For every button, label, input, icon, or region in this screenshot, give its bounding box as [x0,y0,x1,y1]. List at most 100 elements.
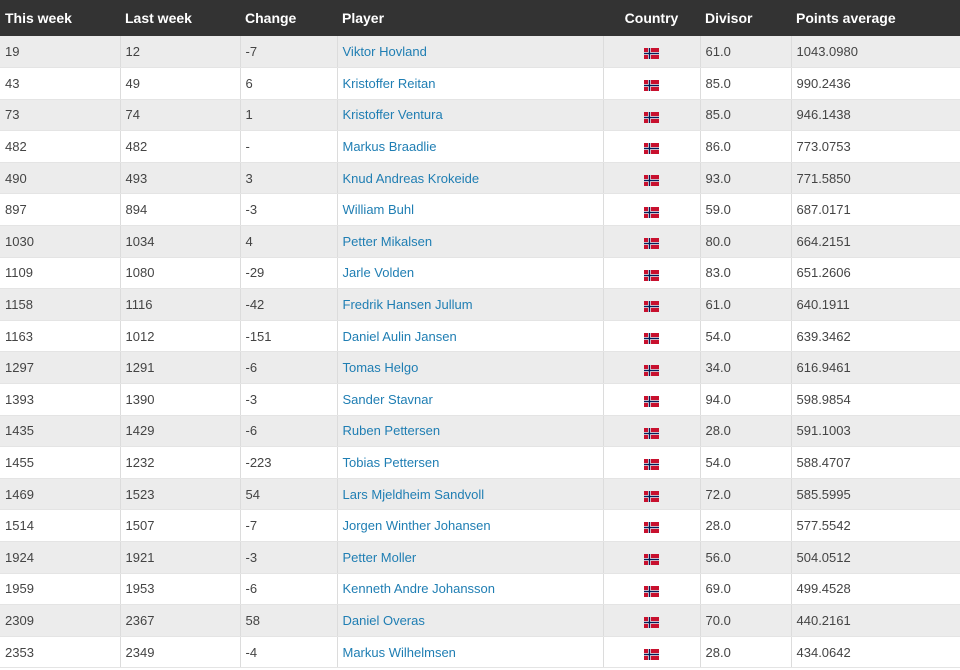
last-week-cell: 493 [120,162,241,195]
country-cell [603,99,701,132]
this-week-cell: 73 [0,99,121,132]
norway-flag-icon [644,364,659,376]
player-link[interactable]: Jarle Volden [343,265,415,280]
last-week-cell: 1429 [120,415,241,448]
player-cell: Daniel Aulin Jansen [337,320,604,353]
last-week-cell: 49 [120,67,241,100]
divisor-cell: 28.0 [700,636,792,669]
header-country[interactable]: Country [603,0,700,36]
this-week-cell: 1158 [0,288,121,321]
last-week-cell: 2349 [120,636,241,669]
table-row: 1469 1523 54 Lars Mjeldheim Sandvoll 72.0 585… [0,478,960,511]
player-link[interactable]: Fredrik Hansen Jullum [343,297,473,312]
header-player[interactable]: Player [337,0,603,36]
player-link[interactable]: Petter Moller [343,550,417,565]
player-link[interactable]: Markus Braadlie [343,139,437,154]
player-link[interactable]: Daniel Aulin Jansen [343,329,457,344]
this-week-cell: 1163 [0,320,121,353]
divisor-cell: 94.0 [700,383,792,416]
norway-flag-icon [644,174,659,186]
table-row: 897 894 -3 William Buhl 59.0 687.0171 [0,193,960,227]
change-cell: -42 [240,288,338,321]
divisor-cell: 70.0 [700,604,792,637]
norway-flag-icon [644,617,659,629]
change-cell: -223 [240,446,338,479]
last-week-cell: 1034 [120,225,241,258]
player-link[interactable]: Knud Andreas Krokeide [343,171,480,186]
table-row: 1163 1012 -151 Daniel Aulin Jansen 54.0 639.3… [0,320,960,353]
country-cell [603,446,701,479]
table-header: This week Last week Change Player Countr… [0,0,960,36]
player-link[interactable]: Jorgen Winther Johansen [343,518,491,533]
table-row: 1455 1232 -223 Tobias Pettersen 54.0 588.4707 [0,446,960,479]
player-link[interactable]: Petter Mikalsen [343,234,433,249]
points-average-cell: 990.2436 [791,67,960,100]
points-average-cell: 771.5850 [791,162,960,195]
this-week-cell: 2353 [0,636,121,669]
change-cell: 58 [240,604,338,637]
country-cell [603,225,701,258]
table-row: 73 74 1 Kristoffer Ventura 85.0 946.1438 [0,99,960,132]
last-week-cell: 1523 [120,478,241,511]
player-link[interactable]: Sander Stavnar [343,392,433,407]
points-average-cell: 440.2161 [791,604,960,637]
player-link[interactable]: Ruben Pettersen [343,423,441,438]
this-week-cell: 19 [0,36,121,69]
change-cell: 6 [240,67,338,100]
player-link[interactable]: Daniel Overas [343,613,425,628]
player-cell: Sander Stavnar [337,383,604,416]
header-change[interactable]: Change [240,0,337,36]
player-cell: Markus Braadlie [337,130,604,163]
header-this-week[interactable]: This week [0,0,120,36]
header-last-week[interactable]: Last week [120,0,240,36]
country-cell [603,193,701,227]
divisor-cell: 61.0 [700,288,792,321]
last-week-cell: 894 [120,193,241,227]
norway-flag-icon [644,554,659,566]
player-link[interactable]: Lars Mjeldheim Sandvoll [343,487,485,502]
table-row: 490 493 3 Knud Andreas Krokeide 93.0 771.5850 [0,162,960,195]
divisor-cell: 69.0 [700,573,792,606]
country-cell [603,36,701,69]
table-row: 1297 1291 -6 Tomas Helgo 34.0 616.9461 [0,351,960,385]
change-cell: -7 [240,36,338,69]
header-points-average[interactable]: Points average [791,0,960,36]
change-cell: -29 [240,257,338,290]
table-row: 1924 1921 -3 Petter Moller 56.0 504.0512 [0,541,960,574]
norway-flag-icon [644,80,659,92]
player-link[interactable]: Tomas Helgo [343,360,419,375]
last-week-cell: 1291 [120,351,241,385]
last-week-cell: 1953 [120,573,241,606]
change-cell: -151 [240,320,338,353]
player-link[interactable]: William Buhl [343,202,415,217]
this-week-cell: 1469 [0,478,121,511]
table-row: 1030 1034 4 Petter Mikalsen 80.0 664.2151 [0,225,960,258]
country-cell [603,383,701,416]
table-row: 1514 1507 -7 Jorgen Winther Johansen 28.0 577… [0,509,960,542]
last-week-cell: 1921 [120,541,241,574]
country-cell [603,415,701,448]
change-cell: 54 [240,478,338,511]
ranking-table: This week Last week Change Player Countr… [0,0,960,669]
player-link[interactable]: Tobias Pettersen [343,455,440,470]
last-week-cell: 1390 [120,383,241,416]
player-link[interactable]: Kristoffer Ventura [343,107,443,122]
country-cell [603,130,701,163]
norway-flag-icon [644,238,659,250]
player-cell: Ruben Pettersen [337,415,604,448]
player-link[interactable]: Viktor Hovland [343,44,427,59]
divisor-cell: 28.0 [700,509,792,542]
player-cell: Tobias Pettersen [337,446,604,479]
header-divisor[interactable]: Divisor [700,0,791,36]
player-link[interactable]: Kenneth Andre Johansson [343,581,496,596]
country-cell [603,573,701,606]
table-row: 2309 2367 58 Daniel Overas 70.0 440.2161 [0,604,960,637]
change-cell: -6 [240,415,338,448]
this-week-cell: 482 [0,130,121,163]
this-week-cell: 1393 [0,383,121,416]
this-week-cell: 1109 [0,257,121,290]
this-week-cell: 2309 [0,604,121,637]
player-link[interactable]: Markus Wilhelmsen [343,645,456,660]
player-link[interactable]: Kristoffer Reitan [343,76,436,91]
table-row: 2353 2349 -4 Markus Wilhelmsen 28.0 434.0642 [0,636,960,669]
